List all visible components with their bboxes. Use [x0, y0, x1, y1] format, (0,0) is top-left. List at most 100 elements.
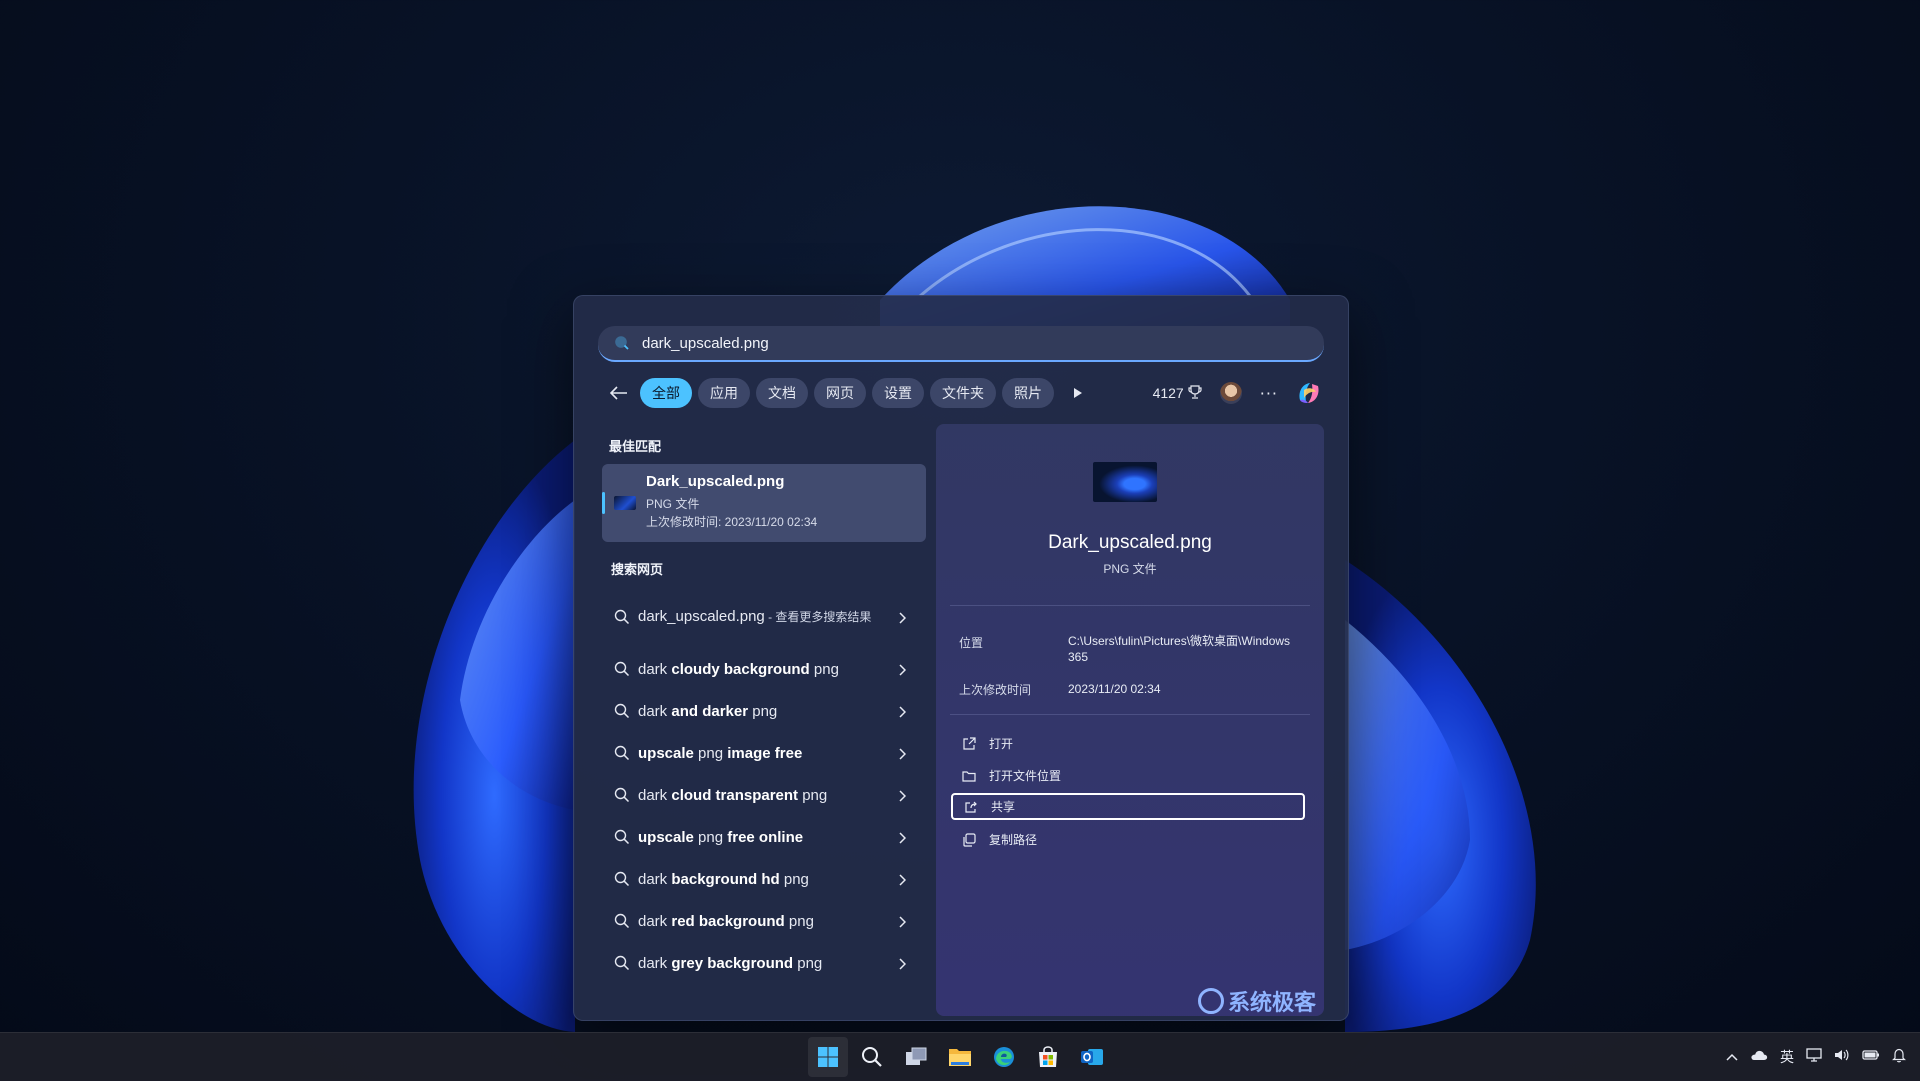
- chevron-right-icon: [898, 957, 908, 970]
- taskbar: 英: [0, 1032, 1920, 1081]
- filter-apps[interactable]: 应用: [698, 378, 750, 408]
- chevron-up-icon[interactable]: [1726, 1049, 1738, 1065]
- web-suggestion-item[interactable]: dark_upscaled.png - 查看更多搜索结果: [602, 586, 926, 648]
- web-suggestion-item[interactable]: dark and darker png: [602, 690, 926, 732]
- filter-documents[interactable]: 文档: [756, 378, 808, 408]
- notification-bell-icon[interactable]: [1892, 1047, 1906, 1067]
- divider: [950, 714, 1310, 715]
- onedrive-cloud-icon[interactable]: [1750, 1049, 1768, 1065]
- filter-photos[interactable]: 照片: [1002, 378, 1054, 408]
- best-match-heading: 最佳匹配: [609, 439, 662, 454]
- volume-icon[interactable]: [1834, 1048, 1850, 1066]
- web-suggestion-text: dark red background png: [638, 912, 888, 931]
- web-suggestion-plain-part: png: [784, 912, 814, 930]
- rewards-points-value: 4127: [1152, 385, 1184, 401]
- chevron-right-icon: [898, 747, 908, 760]
- filter-all[interactable]: 全部: [640, 378, 692, 408]
- chevron-right-icon: [898, 705, 908, 718]
- chevron-right-icon: [898, 663, 908, 676]
- back-arrow-icon[interactable]: [604, 378, 634, 408]
- best-match-item[interactable]: Dark_upscaled.png PNG 文件 上次修改时间: 2023/11…: [602, 464, 926, 542]
- chevron-right-icon: [898, 789, 908, 802]
- copilot-icon[interactable]: [1294, 378, 1324, 408]
- rewards-points[interactable]: 4127: [1152, 384, 1202, 402]
- task-view-icon[interactable]: [896, 1037, 936, 1077]
- ime-indicator[interactable]: 英: [1780, 1047, 1794, 1067]
- web-suggestion-item[interactable]: dark red background png: [602, 900, 926, 942]
- web-suggestion-item[interactable]: dark background hd png: [602, 858, 926, 900]
- web-suggestion-plain-part: png: [693, 828, 728, 846]
- copy-path-action[interactable]: 复制路径: [951, 826, 1305, 853]
- watermark: 系统极客: [1198, 985, 1316, 1017]
- web-suggestion-bold-part: image free: [727, 744, 803, 762]
- web-search-heading: 搜索网页: [611, 562, 664, 577]
- web-suggestion-query: dark_upscaled.png: [638, 608, 765, 625]
- web-suggestion-plain-part: dark: [638, 870, 672, 888]
- edge-icon[interactable]: [984, 1037, 1024, 1077]
- network-icon[interactable]: [1806, 1048, 1822, 1066]
- system-tray: 英: [1714, 1033, 1906, 1081]
- copy-path-label: 复制路径: [989, 833, 1038, 847]
- selection-indicator: [602, 492, 605, 514]
- web-suggestion-item[interactable]: dark grey background png: [602, 942, 926, 984]
- search-input[interactable]: [640, 333, 1304, 353]
- location-value: C:\Users\fulin\Pictures\微软桌面\Windows 365: [1068, 634, 1291, 664]
- web-suggestion-text: dark cloudy background png: [638, 660, 888, 679]
- web-suggestion-item[interactable]: dark cloud transparent png: [602, 774, 926, 816]
- filter-bar: 全部 应用 文档 网页 设置 文件夹 照片 4127 ···: [604, 377, 1324, 409]
- web-suggestion-item[interactable]: dark cloudy background png: [602, 648, 926, 690]
- web-suggestions-list: dark_upscaled.png - 查看更多搜索结果 dark cloudy …: [602, 586, 926, 984]
- avatar[interactable]: [1219, 382, 1242, 404]
- image-preview-thumbnail: [1093, 462, 1157, 502]
- web-suggestion-plain-part: dark: [638, 912, 672, 930]
- web-suggestion-bold-part: grey background: [671, 954, 794, 972]
- outlook-icon[interactable]: [1072, 1037, 1112, 1077]
- web-suggestion-item[interactable]: upscale png free online: [602, 816, 926, 858]
- web-suggestion-suffix: - 查看更多搜索结果: [764, 610, 872, 624]
- web-suggestion-plain-part: png: [748, 702, 778, 720]
- chevron-right-icon: [898, 611, 908, 624]
- web-suggestion-bold-part: cloud transparent: [671, 786, 799, 804]
- web-suggestion-plain-part: dark: [638, 954, 672, 972]
- web-suggestion-bold-part: upscale: [638, 744, 694, 762]
- search-icon[interactable]: [852, 1037, 892, 1077]
- watermark-logo-icon: [1198, 988, 1224, 1014]
- web-suggestion-plain-part: dark: [638, 786, 672, 804]
- web-suggestion-text: upscale png free online: [638, 828, 888, 847]
- web-suggestion-text: upscale png image free: [638, 744, 888, 763]
- preview-title: Dark_upscaled.png: [1048, 532, 1212, 553]
- search-box[interactable]: [598, 326, 1324, 362]
- open-external-icon: [961, 736, 977, 752]
- store-icon[interactable]: [1028, 1037, 1068, 1077]
- web-suggestion-plain-part: dark: [638, 660, 672, 678]
- chevron-right-icon: [898, 873, 908, 886]
- web-suggestion-plain-part: dark: [638, 702, 672, 720]
- start-icon[interactable]: [808, 1037, 848, 1077]
- web-suggestion-plain-part: png: [793, 954, 823, 972]
- battery-icon[interactable]: [1862, 1049, 1880, 1065]
- more-options-icon[interactable]: ···: [1260, 384, 1278, 403]
- search-icon: [612, 333, 632, 353]
- web-suggestion-item[interactable]: upscale png image free: [602, 732, 926, 774]
- folder-icon: [961, 768, 977, 784]
- trophy-icon: [1188, 384, 1202, 402]
- chevron-right-icon: [898, 831, 908, 844]
- filter-web[interactable]: 网页: [814, 378, 866, 408]
- modified-value: 2023/11/20 02:34: [1068, 682, 1161, 696]
- web-suggestion-bold-part: and darker: [671, 702, 749, 720]
- search-icon: [614, 913, 630, 929]
- start-search-panel: 全部 应用 文档 网页 设置 文件夹 照片 4127 ··· 最佳匹配: [573, 295, 1349, 1021]
- web-suggestion-bold-part: background hd: [671, 870, 780, 888]
- more-filters-play-icon[interactable]: [1064, 378, 1092, 408]
- web-suggestion-text: dark_upscaled.png - 查看更多搜索结果: [638, 607, 888, 627]
- open-action[interactable]: 打开: [951, 730, 1305, 757]
- open-file-location-action[interactable]: 打开文件位置: [951, 762, 1305, 789]
- share-action[interactable]: 共享: [951, 793, 1305, 820]
- filter-settings[interactable]: 设置: [872, 378, 924, 408]
- web-suggestion-plain-part: png: [693, 744, 728, 762]
- file-explorer-icon[interactable]: [940, 1037, 980, 1077]
- web-suggestion-plain-part: png: [809, 660, 839, 678]
- filter-folders[interactable]: 文件夹: [930, 378, 996, 408]
- search-icon: [614, 703, 630, 719]
- open-file-location-label: 打开文件位置: [989, 769, 1062, 783]
